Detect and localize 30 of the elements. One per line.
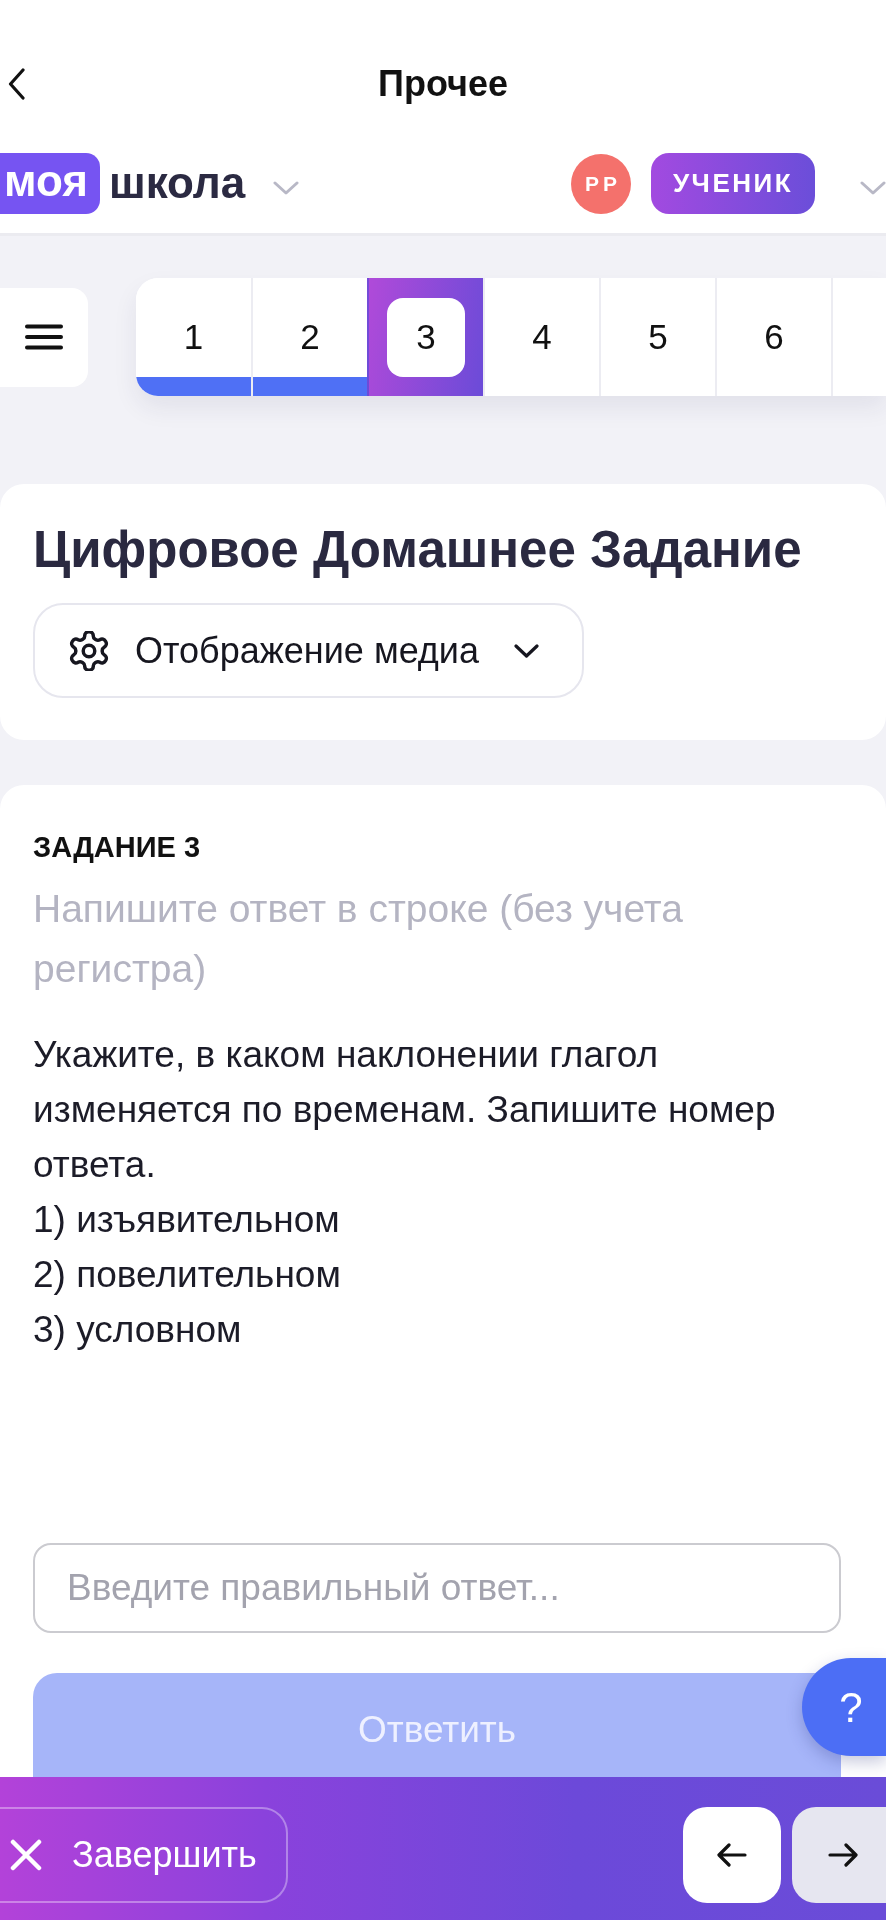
previous-button[interactable]: [683, 1807, 781, 1903]
task-instruction: Напишите ответ в строке (без учета регистра): [33, 886, 684, 992]
menu-button[interactable]: [0, 287, 88, 387]
back-icon[interactable]: [8, 68, 25, 100]
answer-option: 3) условном: [33, 1302, 853, 1357]
question-tab[interactable]: 3: [367, 278, 483, 396]
logo-text: школа: [108, 159, 246, 208]
role-badge[interactable]: УЧЕНИК: [651, 153, 815, 214]
question-tab[interactable]: 6: [715, 278, 831, 396]
next-button[interactable]: [792, 1807, 886, 1903]
answer-field[interactable]: Введите правильный ответ...: [33, 1543, 841, 1633]
chevron-down-icon: [514, 643, 539, 658]
arrow-left-icon: [717, 1843, 747, 1867]
settings-icon: [69, 630, 109, 671]
menu-icon: [25, 324, 63, 350]
page-title: Прочее: [378, 62, 508, 106]
question-tab[interactable]: 2: [251, 278, 367, 396]
media-dropdown[interactable]: Отображение медиа: [33, 603, 584, 698]
close-icon: [10, 1839, 42, 1871]
question-tab[interactable]: 4: [483, 278, 599, 396]
task-heading: ЗАДАНИЕ 3: [33, 830, 202, 865]
finish-button[interactable]: Завершить: [0, 1807, 288, 1903]
question-text: Укажите, в каком наклонении глагол изменяется по временам. Запишите номер ответа.: [33, 1033, 777, 1187]
answer-option: 1) изъявительном: [33, 1192, 853, 1247]
answer-option: 2) повелительном: [33, 1247, 853, 1302]
question-tab[interactable]: 1: [136, 278, 251, 396]
question-tab[interactable]: 5: [599, 278, 715, 396]
homework-title: Цифровое Домашнее Задание: [33, 521, 803, 579]
arrow-right-icon: [828, 1843, 858, 1867]
logo-badge: моя: [0, 153, 100, 214]
